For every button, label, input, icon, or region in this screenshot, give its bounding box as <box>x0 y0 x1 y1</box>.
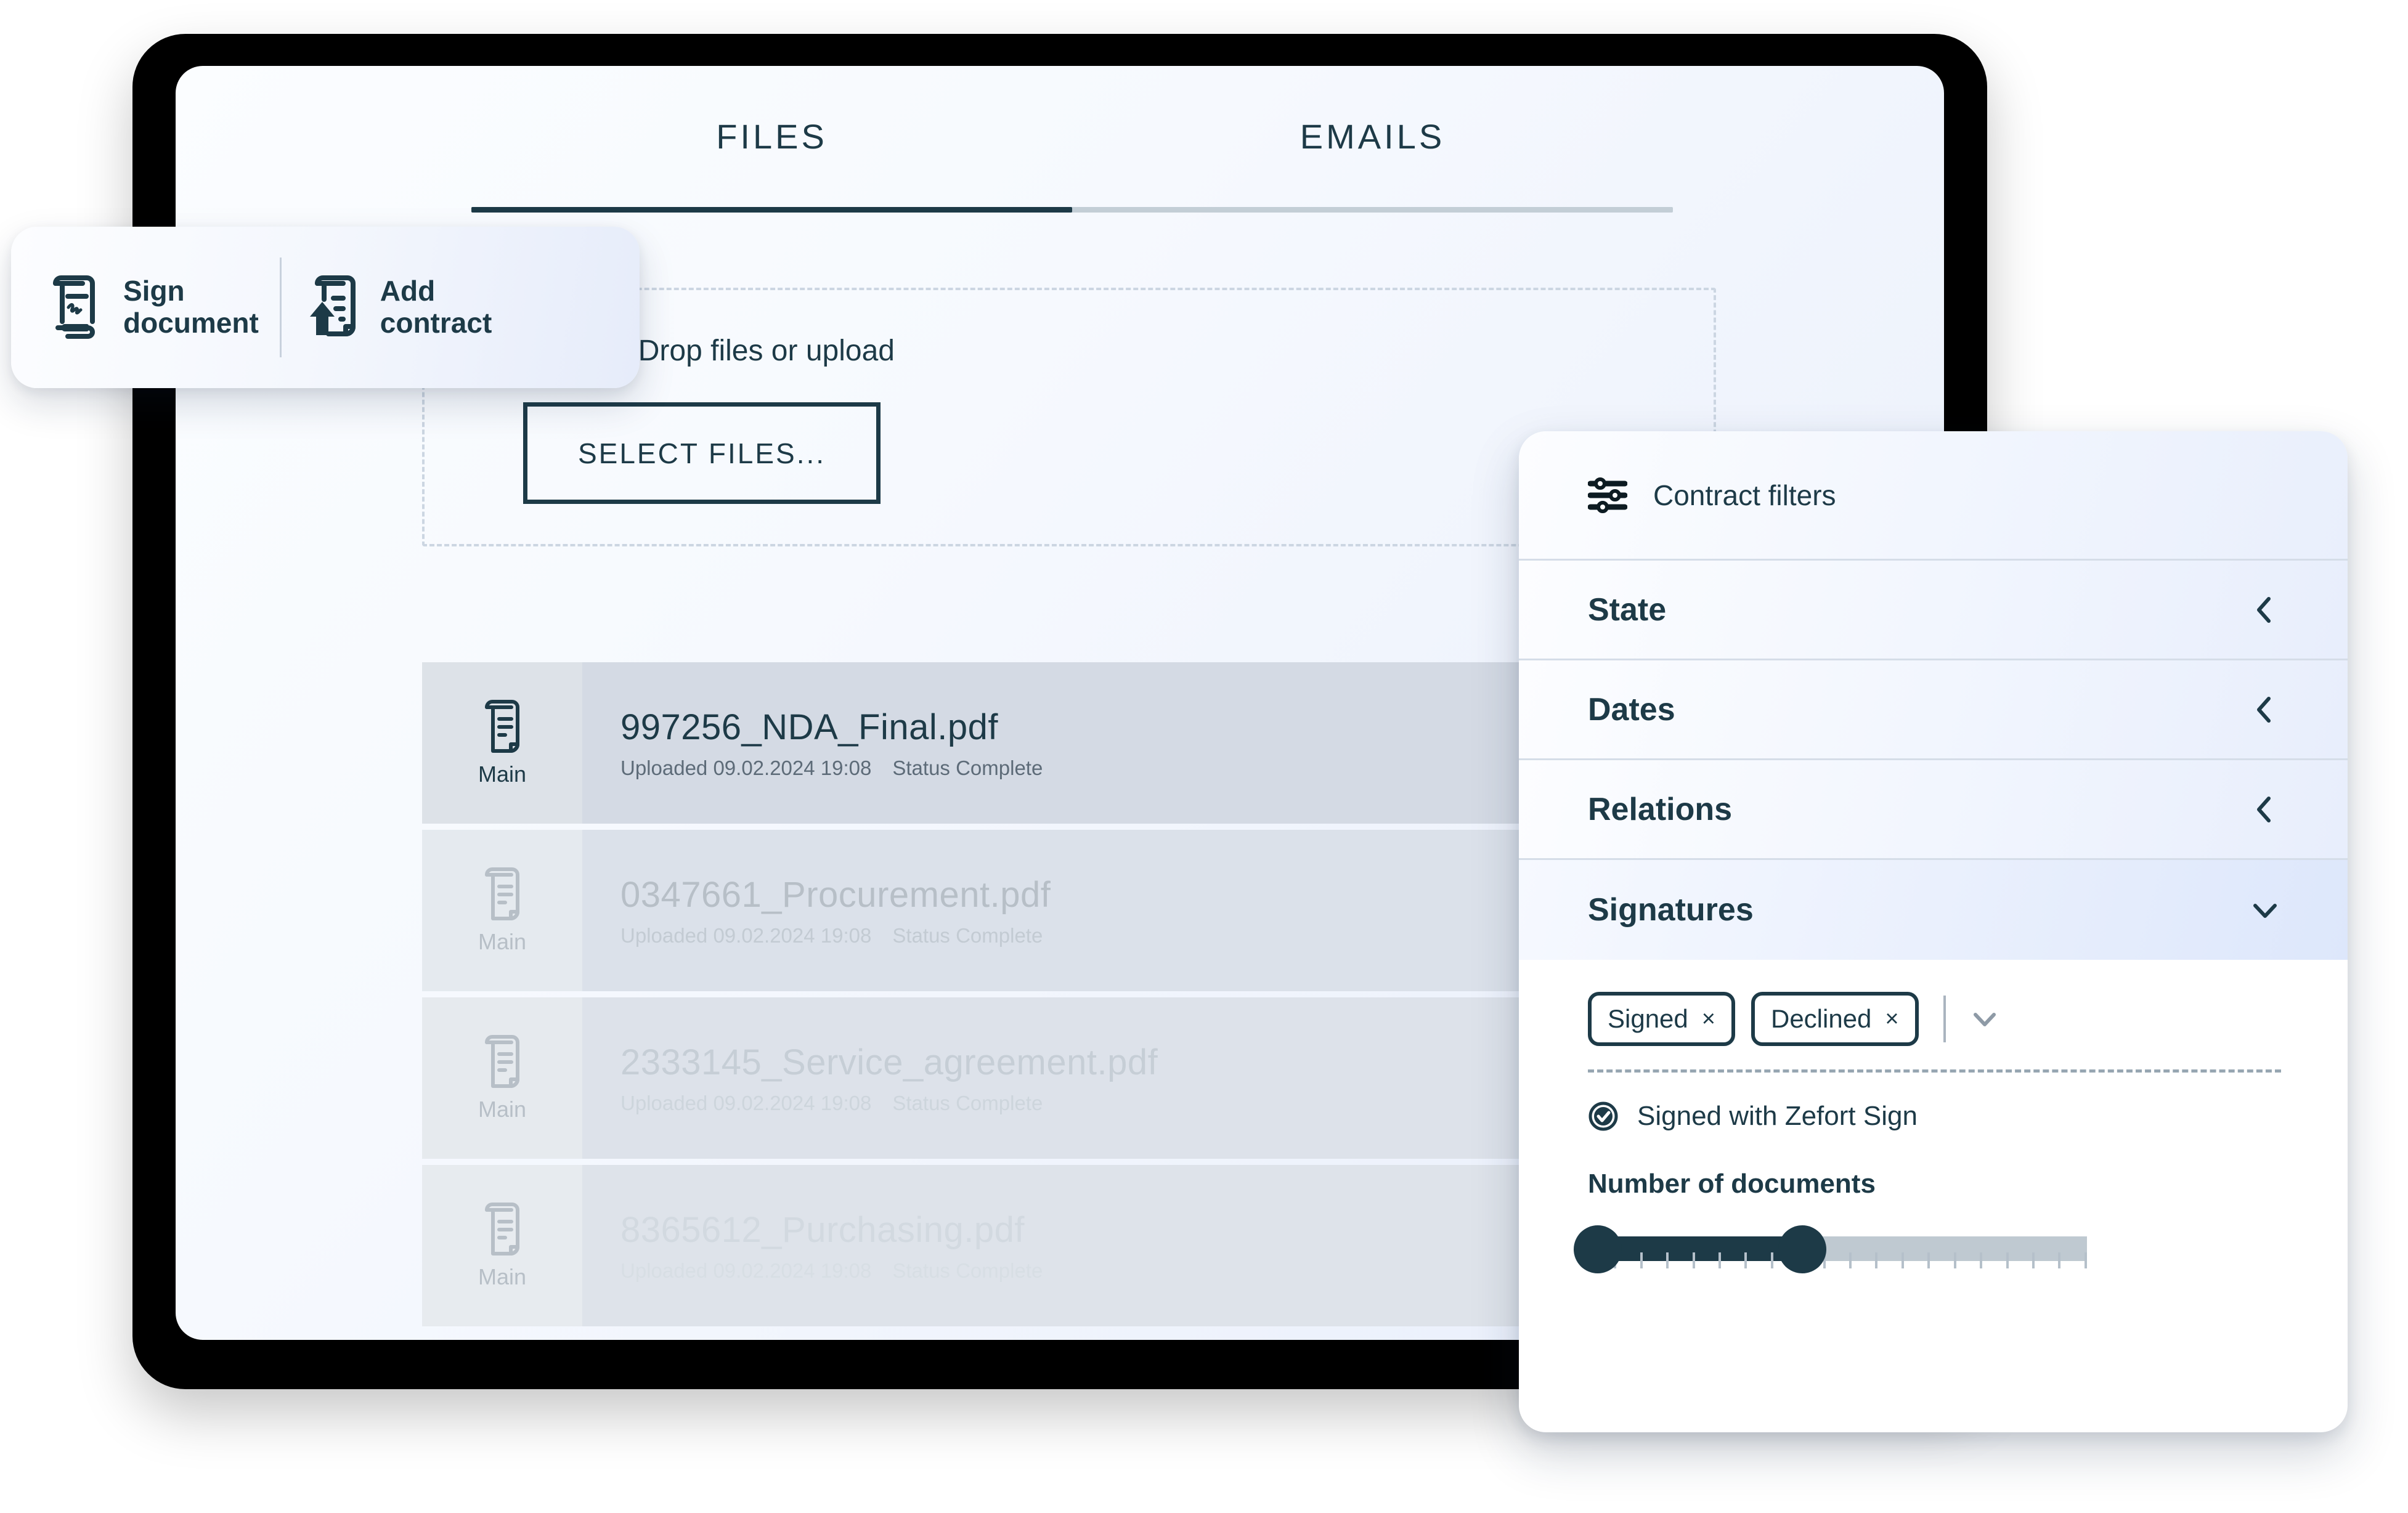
checkbox-signed-with-zefort-sign[interactable]: Signed with Zefort Sign <box>1588 1101 2281 1132</box>
file-uploaded: Uploaded 09.02.2024 19:08 <box>620 923 872 947</box>
contract-scroll-icon <box>479 1034 525 1090</box>
file-kind-badge: Main <box>422 662 582 824</box>
slider-thumb-end[interactable] <box>1778 1225 1827 1273</box>
file-uploaded: Uploaded 09.02.2024 19:08 <box>620 1091 872 1114</box>
file-uploaded: Uploaded 09.02.2024 19:08 <box>620 756 872 779</box>
file-status: Status Complete <box>892 1259 1043 1282</box>
filter-section-dates[interactable]: Dates <box>1519 660 2348 760</box>
chip-separator <box>1943 996 1946 1042</box>
tab-emails-label: EMAILS <box>1300 117 1446 156</box>
chip-signed-label: Signed <box>1608 1004 1688 1033</box>
add-contract-button[interactable]: Add contract <box>282 274 513 341</box>
chip-declined-label: Declined <box>1770 1004 1872 1033</box>
contract-scroll-icon <box>479 1201 525 1258</box>
add-contract-icon <box>303 274 362 341</box>
filter-section-dates-label: Dates <box>1588 691 1675 728</box>
chip-declined[interactable]: Declined × <box>1751 992 1919 1046</box>
tab-active-indicator <box>471 207 1072 213</box>
chevron-left-icon <box>2249 594 2281 626</box>
slider-thumb-start[interactable] <box>1574 1225 1622 1273</box>
file-status: Status Complete <box>892 1091 1043 1114</box>
contract-scroll-icon <box>479 866 525 923</box>
checkbox-label: Signed with Zefort Sign <box>1637 1101 1918 1131</box>
chevron-down-icon[interactable] <box>1968 1002 2001 1036</box>
chip-signed[interactable]: Signed × <box>1588 992 1735 1046</box>
slider-label: Number of documents <box>1588 1169 1876 1199</box>
filter-section-signatures-label: Signatures <box>1588 892 1754 928</box>
tab-files[interactable]: FILES <box>471 102 1072 156</box>
tab-files-label: FILES <box>716 117 828 156</box>
signature-chip-row: Signed × Declined × <box>1588 992 2281 1073</box>
filter-section-state[interactable]: State <box>1519 561 2348 660</box>
chevron-down-icon <box>2249 894 2281 926</box>
filter-panel-header: Contract filters <box>1519 431 2348 561</box>
file-kind-badge: Main <box>422 1165 582 1326</box>
tab-emails[interactable]: EMAILS <box>1072 102 1673 156</box>
number-of-documents-slider[interactable] <box>1574 1225 2087 1281</box>
filter-section-relations[interactable]: Relations <box>1519 760 2348 860</box>
slider-ticks <box>1588 1252 2087 1268</box>
chevron-left-icon <box>2249 694 2281 726</box>
file-kind-badge: Main <box>422 830 582 991</box>
sign-document-button[interactable]: Sign document <box>11 274 280 341</box>
file-kind-label: Main <box>478 1097 527 1122</box>
check-circle-icon <box>1588 1101 1619 1132</box>
tab-bar: FILES EMAILS <box>471 102 1673 213</box>
filter-section-state-label: State <box>1588 591 1667 628</box>
file-status: Status Complete <box>892 923 1043 947</box>
signatures-filter-body: Signed × Declined × Signed with Zefort S… <box>1519 960 2348 1281</box>
sliders-icon <box>1587 476 1628 515</box>
file-kind-label: Main <box>478 929 527 954</box>
sign-document-icon <box>46 274 105 341</box>
quick-actions-card: Sign document Add contract <box>11 227 640 388</box>
chip-remove-icon[interactable]: × <box>1702 1007 1715 1031</box>
chevron-left-icon <box>2249 793 2281 825</box>
filter-section-relations-label: Relations <box>1588 791 1733 827</box>
filter-section-signatures[interactable]: Signatures <box>1519 860 2348 960</box>
contract-filters-panel: Contract filters State Dates Relations S… <box>1519 431 2348 1432</box>
select-files-button[interactable]: SELECT FILES... <box>523 402 881 504</box>
file-kind-badge: Main <box>422 997 582 1159</box>
file-kind-label: Main <box>478 761 527 787</box>
file-status: Status Complete <box>892 756 1043 779</box>
add-contract-label: Add contract <box>380 275 492 339</box>
chip-remove-icon[interactable]: × <box>1885 1007 1898 1031</box>
filter-panel-title: Contract filters <box>1653 479 1836 511</box>
sign-document-label: Sign document <box>123 275 259 339</box>
file-kind-label: Main <box>478 1264 527 1289</box>
file-uploaded: Uploaded 09.02.2024 19:08 <box>620 1259 872 1282</box>
contract-scroll-icon <box>479 699 525 755</box>
